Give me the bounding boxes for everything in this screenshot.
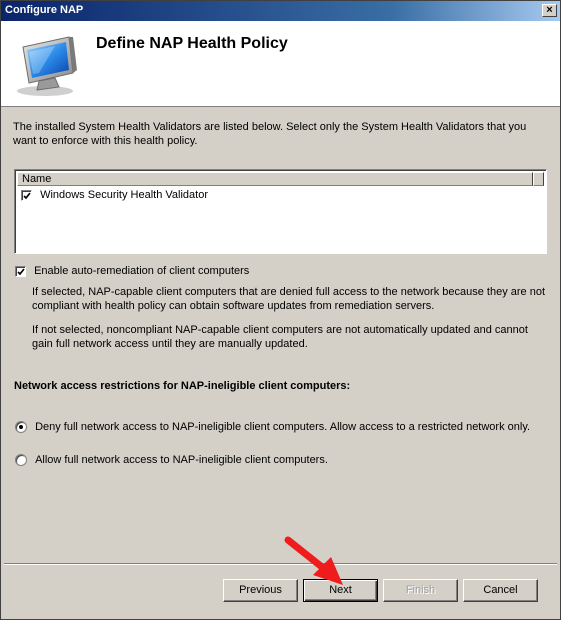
auto-remediation-selected-description: If selected, NAP-capable client computer… (32, 286, 546, 312)
footer-separator (4, 563, 557, 565)
window-title: Configure NAP (5, 4, 84, 16)
auto-remediation-option[interactable]: Enable auto-remediation of client comput… (15, 264, 249, 278)
page-title: Define NAP Health Policy (96, 35, 288, 52)
title-bar[interactable]: Configure NAP × (1, 1, 560, 21)
validator-label: Windows Security Health Validator (40, 189, 208, 202)
validator-checkbox[interactable] (21, 189, 32, 201)
auto-remediation-not-selected-description: If not selected, noncompliant NAP-capabl… (32, 324, 528, 350)
finish-button: Finish (383, 579, 458, 602)
allow-access-radio[interactable] (15, 454, 27, 467)
red-arrow-annotation-icon (284, 536, 343, 585)
auto-remediation-label: Enable auto-remediation of client comput… (34, 265, 250, 278)
computer-monitor-icon (15, 33, 83, 99)
list-item[interactable]: Windows Security Health Validator (21, 188, 208, 202)
auto-remediation-checkbox[interactable] (15, 265, 26, 277)
restrictions-heading: Network access restrictions for NAP-inel… (14, 380, 351, 392)
deny-access-radio[interactable] (15, 421, 27, 434)
configure-nap-dialog: Configure NAP × Define NAP Health Policy… (0, 0, 561, 620)
validators-list[interactable]: Name Windows Security Health Validator (14, 169, 547, 254)
wizard-header: Define NAP Health Policy (1, 21, 560, 107)
allow-access-option[interactable]: Allow full network access to NAP-ineligi… (15, 453, 328, 467)
cancel-button[interactable]: Cancel (463, 579, 538, 602)
column-header-filler (533, 172, 544, 186)
deny-access-label: Deny full network access to NAP-ineligib… (35, 421, 531, 434)
allow-access-label: Allow full network access to NAP-ineligi… (35, 454, 328, 467)
name-column-header[interactable]: Name (17, 172, 533, 186)
close-button[interactable]: × (542, 4, 557, 17)
deny-access-option[interactable]: Deny full network access to NAP-ineligib… (15, 420, 530, 434)
intro-text: The installed System Health Validators a… (13, 121, 527, 147)
